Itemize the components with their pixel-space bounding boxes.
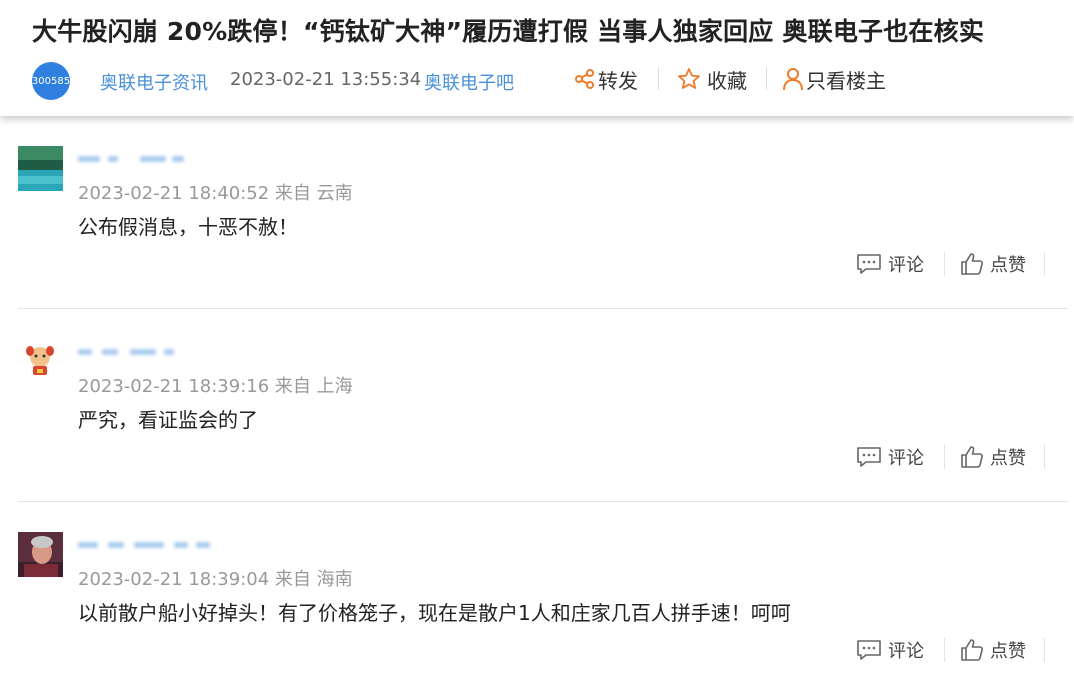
comment-item: 2023-02-21 18:40:52 来自 云南 公布假消息，十恶不赦！ 评论…	[18, 146, 1068, 306]
comment-time: 2023-02-21 18:40:52 来自 云南	[78, 183, 353, 204]
star-icon	[678, 68, 700, 89]
comment-icon	[857, 447, 881, 467]
reply-button[interactable]: 评论	[856, 443, 924, 471]
thumbs-up-icon	[961, 446, 983, 468]
comment-actions: 评论 点赞	[856, 636, 1056, 664]
comment-text: 公布假消息，十恶不赦！	[78, 215, 298, 239]
share-label: 转发	[598, 68, 638, 93]
username-redacted[interactable]	[78, 534, 210, 554]
reply-label: 评论	[888, 641, 924, 662]
comment-divider	[18, 308, 1068, 309]
favorite-label: 收藏	[707, 68, 747, 93]
comment-icon	[857, 254, 881, 274]
only-host-button[interactable]: 只看楼主	[782, 64, 886, 94]
like-label: 点赞	[990, 448, 1026, 469]
reply-button[interactable]: 评论	[856, 636, 924, 664]
comment-actions: 评论 点赞	[856, 443, 1056, 471]
divider	[944, 638, 945, 662]
username-redacted[interactable]	[78, 148, 188, 168]
like-button[interactable]: 点赞	[960, 443, 1026, 471]
thumbs-up-icon	[961, 253, 983, 275]
divider	[766, 68, 767, 90]
reply-label: 评论	[888, 255, 924, 276]
favorite-button[interactable]: 收藏	[677, 64, 747, 94]
publish-time: 2023-02-21 13:55:34	[230, 69, 422, 90]
like-button[interactable]: 点赞	[960, 250, 1026, 278]
comment-item: 2023-02-21 18:39:16 来自 上海 严究，看证监会的了 评论 点…	[18, 339, 1068, 499]
divider	[944, 252, 945, 276]
comment-icon	[857, 640, 881, 660]
comment-time: 2023-02-21 18:39:04 来自 海南	[78, 569, 353, 590]
like-button[interactable]: 点赞	[960, 636, 1026, 664]
comment-text: 严究，看证监会的了	[78, 408, 258, 432]
comment-divider	[18, 501, 1068, 502]
stock-badge[interactable]: 300585	[32, 62, 70, 100]
comment-item: 2023-02-21 18:39:04 来自 海南 以前散户船小好掉头！有了价格…	[18, 532, 1068, 691]
username-redacted[interactable]	[78, 341, 188, 361]
avatar[interactable]	[18, 339, 63, 384]
avatar[interactable]	[18, 146, 63, 191]
avatar[interactable]	[18, 532, 63, 577]
like-label: 点赞	[990, 641, 1026, 662]
article-title: 大牛股闪崩 20%跌停！“钙钛矿大神”履历遭打假 当事人独家回应 奥联电子也在核…	[32, 17, 985, 46]
like-label: 点赞	[990, 255, 1026, 276]
share-icon	[575, 69, 594, 89]
comment-actions: 评论 点赞	[856, 250, 1056, 278]
thumbs-up-icon	[961, 639, 983, 661]
divider	[1044, 638, 1045, 662]
divider	[1044, 445, 1045, 469]
avatar-lake-image	[18, 146, 63, 191]
only-host-label: 只看楼主	[806, 68, 886, 93]
article-meta: 300585 奥联电子资讯 2023-02-21 13:55:34 奥联电子吧 …	[32, 60, 1072, 100]
divider	[944, 445, 945, 469]
avatar-cartoon-image	[18, 339, 63, 384]
comment-time: 2023-02-21 18:39:16 来自 上海	[78, 376, 353, 397]
share-button[interactable]: 转发	[574, 64, 638, 94]
avatar-portrait-image	[18, 532, 63, 577]
article-header: 大牛股闪崩 20%跌停！“钙钛矿大神”履历遭打假 当事人独家回应 奥联电子也在核…	[0, 0, 1074, 116]
divider	[1044, 252, 1045, 276]
source-link[interactable]: 奥联电子资讯	[100, 69, 208, 95]
comment-text: 以前散户船小好掉头！有了价格笼子，现在是散户1人和庄家几百人拼手速！呵呵	[78, 601, 791, 625]
divider	[658, 68, 659, 90]
reply-button[interactable]: 评论	[856, 250, 924, 278]
reply-label: 评论	[888, 448, 924, 469]
user-icon	[783, 68, 803, 91]
bar-link[interactable]: 奥联电子吧	[424, 69, 514, 95]
